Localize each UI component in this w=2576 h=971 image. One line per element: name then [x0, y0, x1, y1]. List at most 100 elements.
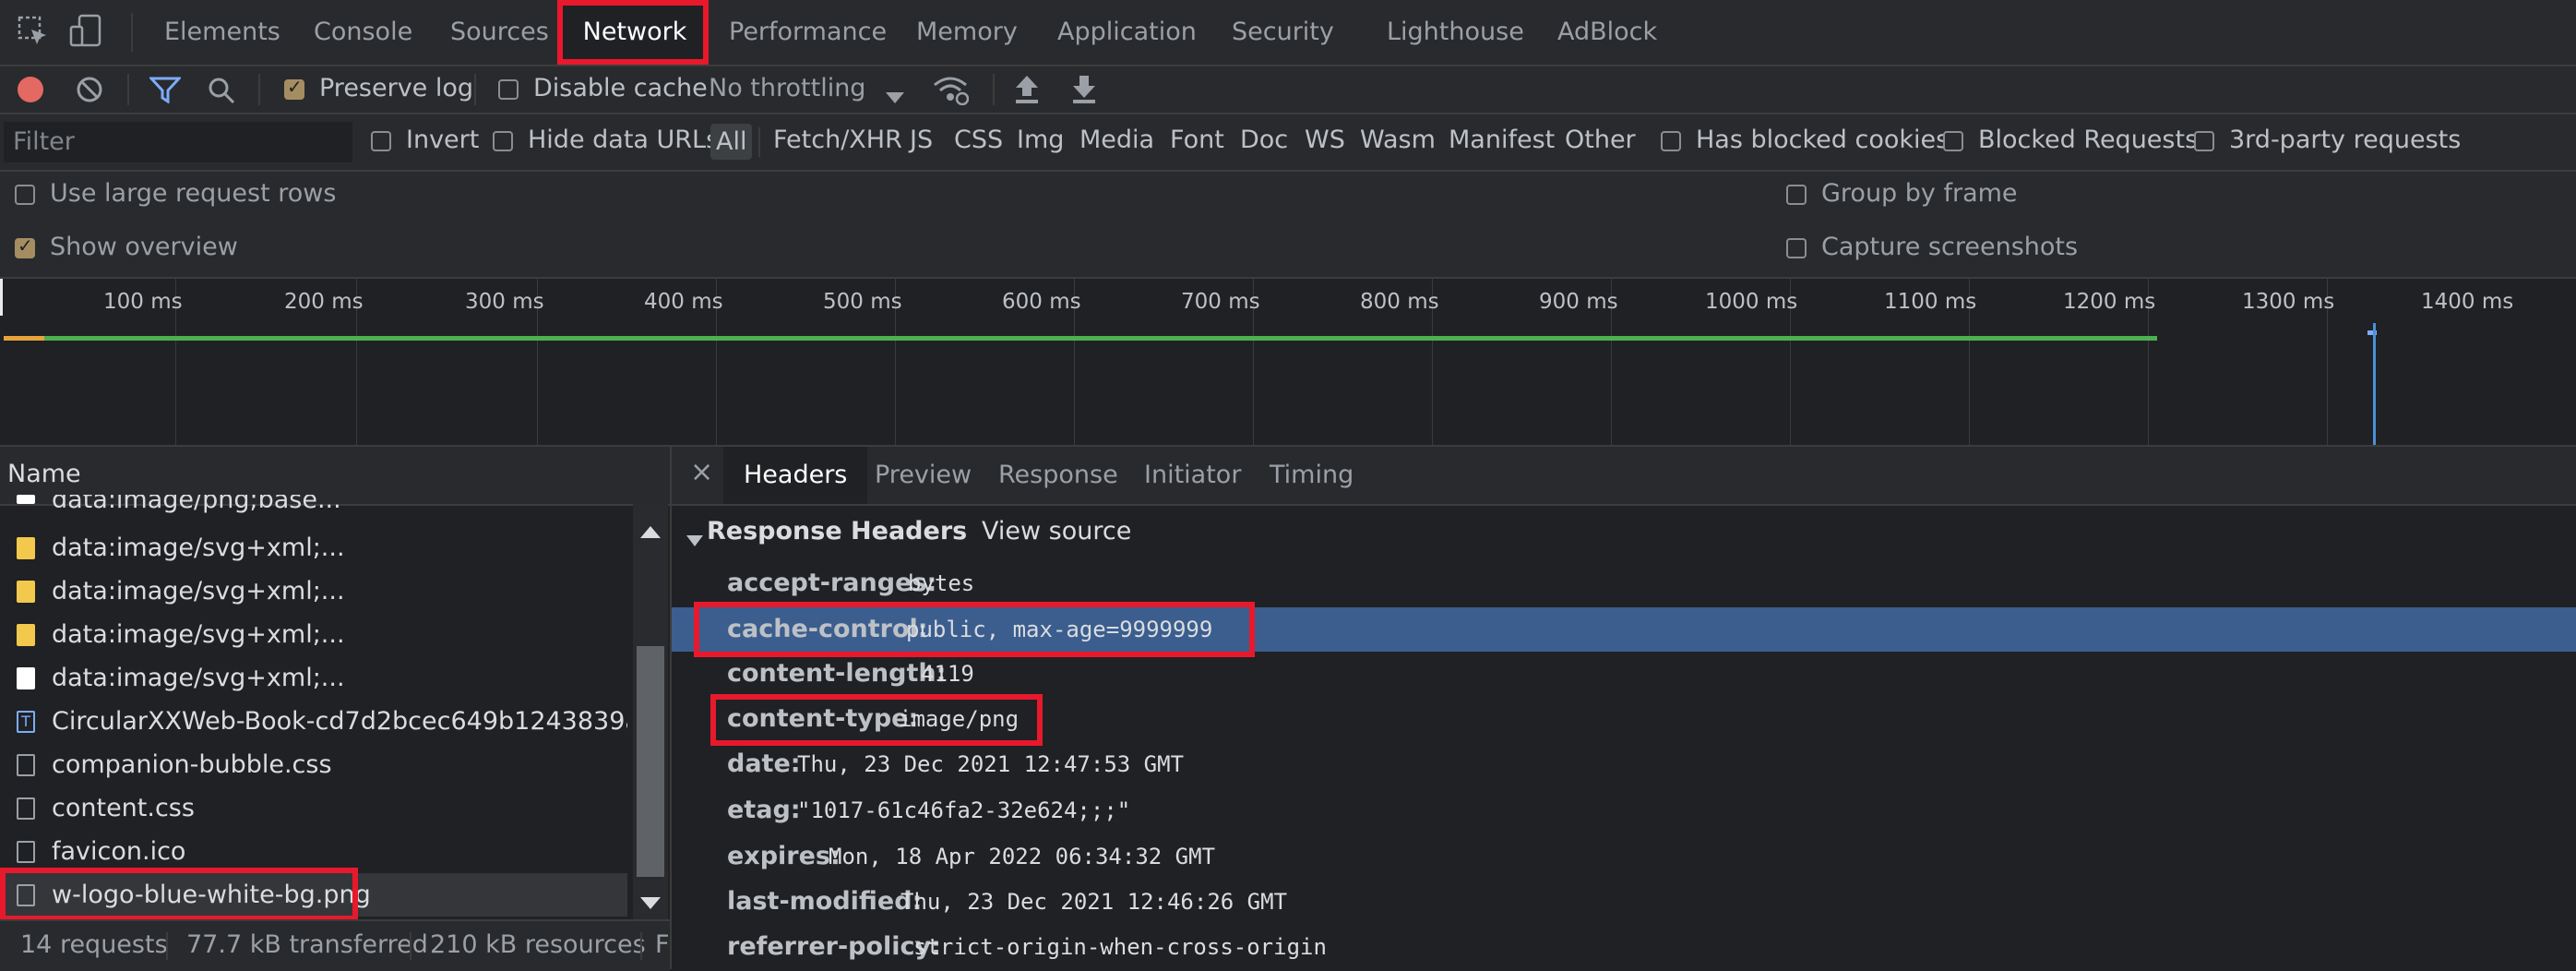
clear-icon[interactable] [76, 76, 103, 110]
overview-start-marker [0, 279, 3, 316]
request-row[interactable]: favicon.ico [0, 830, 627, 873]
filter-icon[interactable] [148, 76, 183, 110]
type-filter-all[interactable]: All [710, 124, 753, 160]
tab-network[interactable]: Network [563, 0, 707, 65]
group-by-frame-label: Group by frame [1821, 179, 2018, 208]
document-file-icon [17, 841, 35, 863]
capture-screenshots-checkbox[interactable] [1786, 238, 1807, 258]
search-icon[interactable] [207, 76, 236, 112]
header-row-content-type: content-type: image/png [672, 697, 2576, 741]
type-filter-other[interactable]: Other [1565, 126, 1636, 154]
tab-console[interactable]: Console [314, 0, 412, 65]
tab-preview[interactable]: Preview [875, 447, 972, 504]
header-row-cache-control[interactable]: cache-control: public, max-age=9999999 [672, 607, 2576, 652]
close-icon[interactable]: × [690, 456, 713, 488]
request-row[interactable]: data:image/png;base... [0, 495, 627, 519]
large-rows-checkbox[interactable] [15, 185, 35, 205]
type-filter-img[interactable]: Img [1017, 126, 1064, 154]
header-row-content-length: content-length: 4119 [672, 652, 2576, 696]
header-key: referrer-policy: [727, 932, 941, 961]
chevron-down-icon[interactable] [886, 83, 904, 112]
scroll-down-icon[interactable] [640, 888, 661, 917]
resources-size: 210 kB resources [430, 930, 646, 959]
tab-adblock[interactable]: AdBlock [1557, 0, 1657, 65]
has-blocked-cookies-checkbox[interactable] [1661, 131, 1681, 151]
tab-initiator[interactable]: Initiator [1144, 447, 1241, 504]
tick-label: 800 ms [1360, 290, 1439, 314]
record-icon[interactable] [17, 76, 44, 110]
request-row[interactable]: data:image/svg+xml;... [0, 656, 627, 700]
disable-cache-checkbox[interactable] [498, 79, 519, 100]
triangle-down-icon[interactable] [686, 526, 703, 555]
invert-label: Invert [406, 126, 480, 154]
tick-label: 300 ms [465, 290, 544, 314]
type-filter-css[interactable]: CSS [954, 126, 1003, 154]
tab-performance[interactable]: Performance [729, 0, 887, 65]
tab-elements[interactable]: Elements [164, 0, 280, 65]
invert-checkbox[interactable] [371, 131, 391, 151]
image-file-icon [17, 624, 35, 646]
tab-sources[interactable]: Sources [450, 0, 549, 65]
third-party-requests-label: 3rd-party requests [2229, 126, 2462, 154]
tab-response[interactable]: Response [998, 447, 1118, 504]
header-value: image/png [899, 706, 1020, 732]
filter-input[interactable]: Filter [4, 122, 352, 162]
inspect-element-icon[interactable] [17, 15, 50, 54]
request-row[interactable]: data:image/svg+xml;... [0, 613, 627, 656]
group-by-frame-checkbox[interactable] [1786, 185, 1807, 205]
tick-label: 1000 ms [1705, 290, 1798, 314]
preserve-log-label: Preserve log [319, 74, 474, 102]
tab-lighthouse[interactable]: Lighthouse [1387, 0, 1524, 65]
show-overview-checkbox[interactable] [15, 234, 35, 258]
type-filter-ws[interactable]: WS [1305, 126, 1345, 154]
type-filter-js[interactable]: JS [910, 126, 933, 154]
type-filter-wasm[interactable]: Wasm [1360, 126, 1436, 154]
type-filter-fetch-xhr[interactable]: Fetch/XHR [773, 126, 902, 154]
tick-label: 1400 ms [2421, 290, 2514, 314]
request-row[interactable]: data:image/svg+xml;... [0, 526, 627, 569]
blocked-requests-checkbox[interactable] [1943, 131, 1963, 151]
header-value: "1017-61c46fa2-32e624;;;" [797, 797, 1131, 823]
hide-data-urls-checkbox[interactable] [493, 131, 513, 151]
request-row[interactable]: T CircularXXWeb-Book-cd7d2bcec649b124383… [0, 700, 627, 743]
request-row[interactable]: data:image/svg+xml;... [0, 569, 627, 613]
request-row[interactable]: companion-bubble.css [0, 743, 627, 786]
export-har-icon[interactable] [1070, 74, 1098, 112]
tick-label: 1100 ms [1884, 290, 1977, 314]
tab-application[interactable]: Application [1057, 0, 1197, 65]
header-row-referrer-policy: referrer-policy: strict-origin-when-cros… [672, 925, 2576, 969]
preserve-log-checkbox[interactable] [284, 76, 304, 100]
request-row[interactable]: content.css [0, 786, 627, 830]
header-row-etag: etag: "1017-61c46fa2-32e624;;;" [672, 788, 2576, 833]
type-filter-manifest[interactable]: Manifest [1449, 126, 1555, 154]
type-filter-media[interactable]: Media [1079, 126, 1154, 154]
type-filter-font[interactable]: Font [1170, 126, 1224, 154]
third-party-requests-checkbox[interactable] [2194, 131, 2214, 151]
scroll-up-icon[interactable] [640, 517, 661, 545]
hide-data-urls-label: Hide data URLs [528, 126, 720, 154]
request-row-selected[interactable]: w-logo-blue-white-bg.png [0, 873, 627, 917]
tab-timing[interactable]: Timing [1270, 447, 1354, 504]
type-filter-doc[interactable]: Doc [1240, 126, 1288, 154]
document-file-icon [17, 884, 35, 906]
overview-waiting-bar [4, 336, 44, 341]
throttling-select[interactable]: No throttling [709, 74, 865, 102]
network-conditions-icon[interactable] [932, 74, 970, 112]
view-source-link[interactable]: View source [982, 517, 1131, 545]
header-key: expires: [727, 842, 841, 870]
image-file-icon [17, 581, 35, 603]
import-har-icon[interactable] [1013, 74, 1041, 112]
tab-memory[interactable]: Memory [916, 0, 1018, 65]
network-toolbar: Preserve log Disable cache No throttling [0, 66, 2576, 114]
header-value: Thu, 23 Dec 2021 12:47:53 GMT [797, 751, 1185, 777]
tab-security[interactable]: Security [1232, 0, 1334, 65]
tab-headers[interactable]: Headers [723, 447, 868, 504]
scrollbar-thumb[interactable] [637, 646, 664, 877]
network-overview[interactable]: 100 ms 200 ms 300 ms 400 ms 500 ms 600 m… [0, 279, 2576, 447]
request-name: content.css [52, 794, 195, 822]
tick-label: 500 ms [823, 290, 902, 314]
response-headers-title[interactable]: Response Headers [707, 517, 967, 545]
status-separator [166, 932, 168, 960]
device-toolbar-icon[interactable] [68, 13, 105, 56]
header-key: accept-ranges: [727, 569, 937, 597]
